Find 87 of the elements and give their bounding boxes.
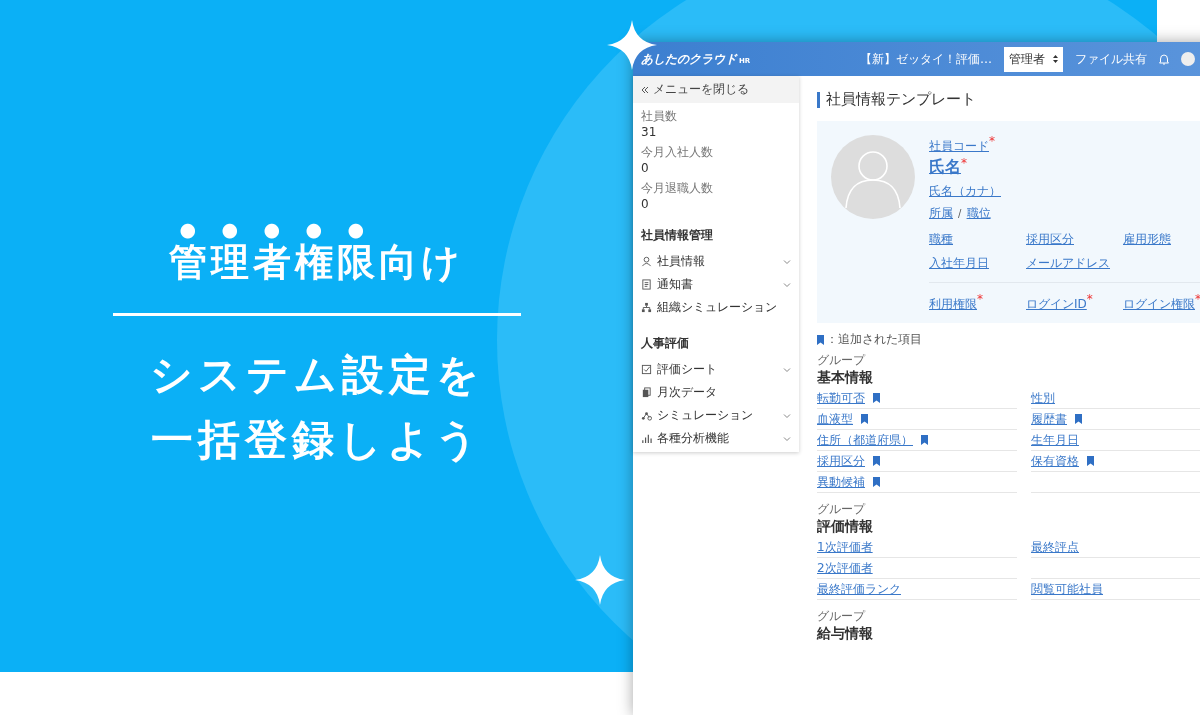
bell-icon[interactable] bbox=[1159, 53, 1169, 65]
section-heading: 人事評価 bbox=[640, 335, 690, 352]
menu-item[interactable]: 組織シミュレーション bbox=[657, 299, 791, 316]
double-chevron-left-icon bbox=[641, 85, 649, 94]
chevron-down-icon bbox=[783, 257, 791, 266]
required-mark: * bbox=[961, 156, 967, 170]
group-caption: グループ bbox=[817, 501, 867, 518]
stat-value: 0 bbox=[641, 161, 650, 175]
name-link[interactable]: 氏名 bbox=[929, 157, 961, 176]
person-icon bbox=[641, 256, 652, 267]
stat-label: 今月入社人数 bbox=[641, 144, 714, 161]
menu-item[interactable]: 各種分析機能 bbox=[657, 430, 778, 447]
bookmark-icon bbox=[817, 334, 824, 345]
notice-link[interactable]: 【新】ゼッタイ！評価… bbox=[860, 50, 992, 68]
user-avatar[interactable] bbox=[1181, 52, 1195, 66]
section-heading: 社員情報管理 bbox=[640, 227, 714, 244]
field-link[interactable]: ログインID bbox=[1026, 297, 1087, 311]
field-link[interactable]: 社員コード bbox=[929, 139, 989, 153]
required-mark: * bbox=[977, 292, 983, 306]
field-link[interactable]: 最終評価ランク bbox=[817, 580, 901, 598]
bookmark-icon bbox=[1087, 456, 1094, 466]
network-icon bbox=[641, 410, 652, 421]
document-icon bbox=[641, 279, 652, 290]
field-link[interactable]: 2次評価者 bbox=[817, 559, 873, 577]
stat-label: 今月退職人数 bbox=[641, 180, 714, 197]
separator: / bbox=[958, 208, 962, 219]
chevron-down-icon bbox=[783, 365, 791, 374]
menu-item[interactable]: 月次データ bbox=[657, 384, 791, 401]
org-chart-icon bbox=[641, 302, 652, 313]
field-link[interactable]: 職位 bbox=[966, 206, 991, 220]
bookmark-icon bbox=[921, 435, 928, 445]
group-caption: グループ bbox=[817, 352, 867, 369]
role-select[interactable]: 管理者 bbox=[1004, 46, 1063, 72]
chevron-down-icon bbox=[783, 280, 791, 289]
group-caption: グループ bbox=[817, 608, 867, 625]
required-mark: * bbox=[1195, 292, 1200, 306]
field-link[interactable]: 採用区分 bbox=[817, 452, 865, 470]
chevron-down-icon bbox=[783, 434, 791, 443]
field-link[interactable]: 異動候補 bbox=[817, 473, 865, 491]
field-link[interactable]: 住所（都道府県） bbox=[817, 431, 913, 449]
field-link[interactable]: 閲覧可能社員 bbox=[1031, 580, 1103, 598]
menu-item[interactable]: 評価シート bbox=[657, 361, 778, 378]
group-title: 基本情報 bbox=[817, 369, 874, 387]
bookmark-icon bbox=[873, 456, 880, 466]
field-link[interactable]: 生年月日 bbox=[1031, 431, 1079, 449]
field-link[interactable]: 所属 bbox=[929, 206, 953, 220]
menu-item[interactable]: 社員情報 bbox=[657, 253, 778, 270]
sort-arrows-icon bbox=[1053, 55, 1058, 63]
group-title: 給与情報 bbox=[817, 625, 874, 643]
field-link[interactable]: 保有資格 bbox=[1031, 452, 1079, 470]
field-link[interactable]: 氏名（カナ） bbox=[929, 184, 1001, 198]
field-link[interactable]: 転勤可否 bbox=[817, 389, 865, 407]
group-title: 評価情報 bbox=[817, 518, 874, 536]
banner-subtitle: システム設定を 一括登録しよう bbox=[149, 349, 484, 467]
bookmark-icon bbox=[1075, 414, 1082, 424]
legend-text: ：追加された項目 bbox=[826, 331, 922, 348]
field-link[interactable]: 最終評点 bbox=[1031, 538, 1079, 556]
bookmark-icon bbox=[861, 414, 868, 424]
field-link[interactable]: 採用区分 bbox=[1026, 232, 1074, 246]
field-link[interactable]: メールアドレス bbox=[1026, 256, 1110, 270]
menu-item[interactable]: 通知書 bbox=[657, 276, 778, 293]
file-share-link[interactable]: ファイル共有 bbox=[1075, 50, 1147, 68]
stat-value: 31 bbox=[641, 125, 658, 139]
menu-item[interactable]: シミュレーション bbox=[657, 407, 778, 424]
page-title: 社員情報テンプレート bbox=[826, 90, 976, 109]
required-mark: * bbox=[989, 134, 995, 148]
field-link[interactable]: 1次評価者 bbox=[817, 538, 873, 556]
stat-value: 0 bbox=[641, 197, 650, 211]
field-link[interactable]: 入社年月日 bbox=[929, 256, 989, 270]
field-link[interactable]: ログイン権限 bbox=[1123, 297, 1195, 311]
field-link[interactable]: 履歴書 bbox=[1031, 410, 1067, 428]
banner-headline: 管理者権限向け bbox=[169, 238, 464, 286]
sparkle-icon bbox=[575, 555, 625, 605]
close-menu-button[interactable]: メニューを閉じる bbox=[633, 76, 799, 103]
copy-icon bbox=[641, 387, 652, 398]
bookmark-icon bbox=[873, 477, 880, 487]
bar-chart-icon bbox=[641, 433, 652, 444]
chevron-down-icon bbox=[783, 411, 791, 420]
required-mark: * bbox=[1086, 292, 1093, 306]
field-link[interactable]: 利用権限 bbox=[929, 297, 977, 311]
field-link[interactable]: 雇用形態 bbox=[1123, 232, 1171, 246]
field-link[interactable]: 血液型 bbox=[817, 410, 853, 428]
checkbox-sheet-icon bbox=[641, 364, 652, 375]
field-link[interactable]: 性別 bbox=[1031, 389, 1055, 407]
bookmark-icon bbox=[873, 393, 880, 403]
stat-label: 社員数 bbox=[641, 108, 678, 125]
field-link[interactable]: 職種 bbox=[929, 232, 953, 246]
